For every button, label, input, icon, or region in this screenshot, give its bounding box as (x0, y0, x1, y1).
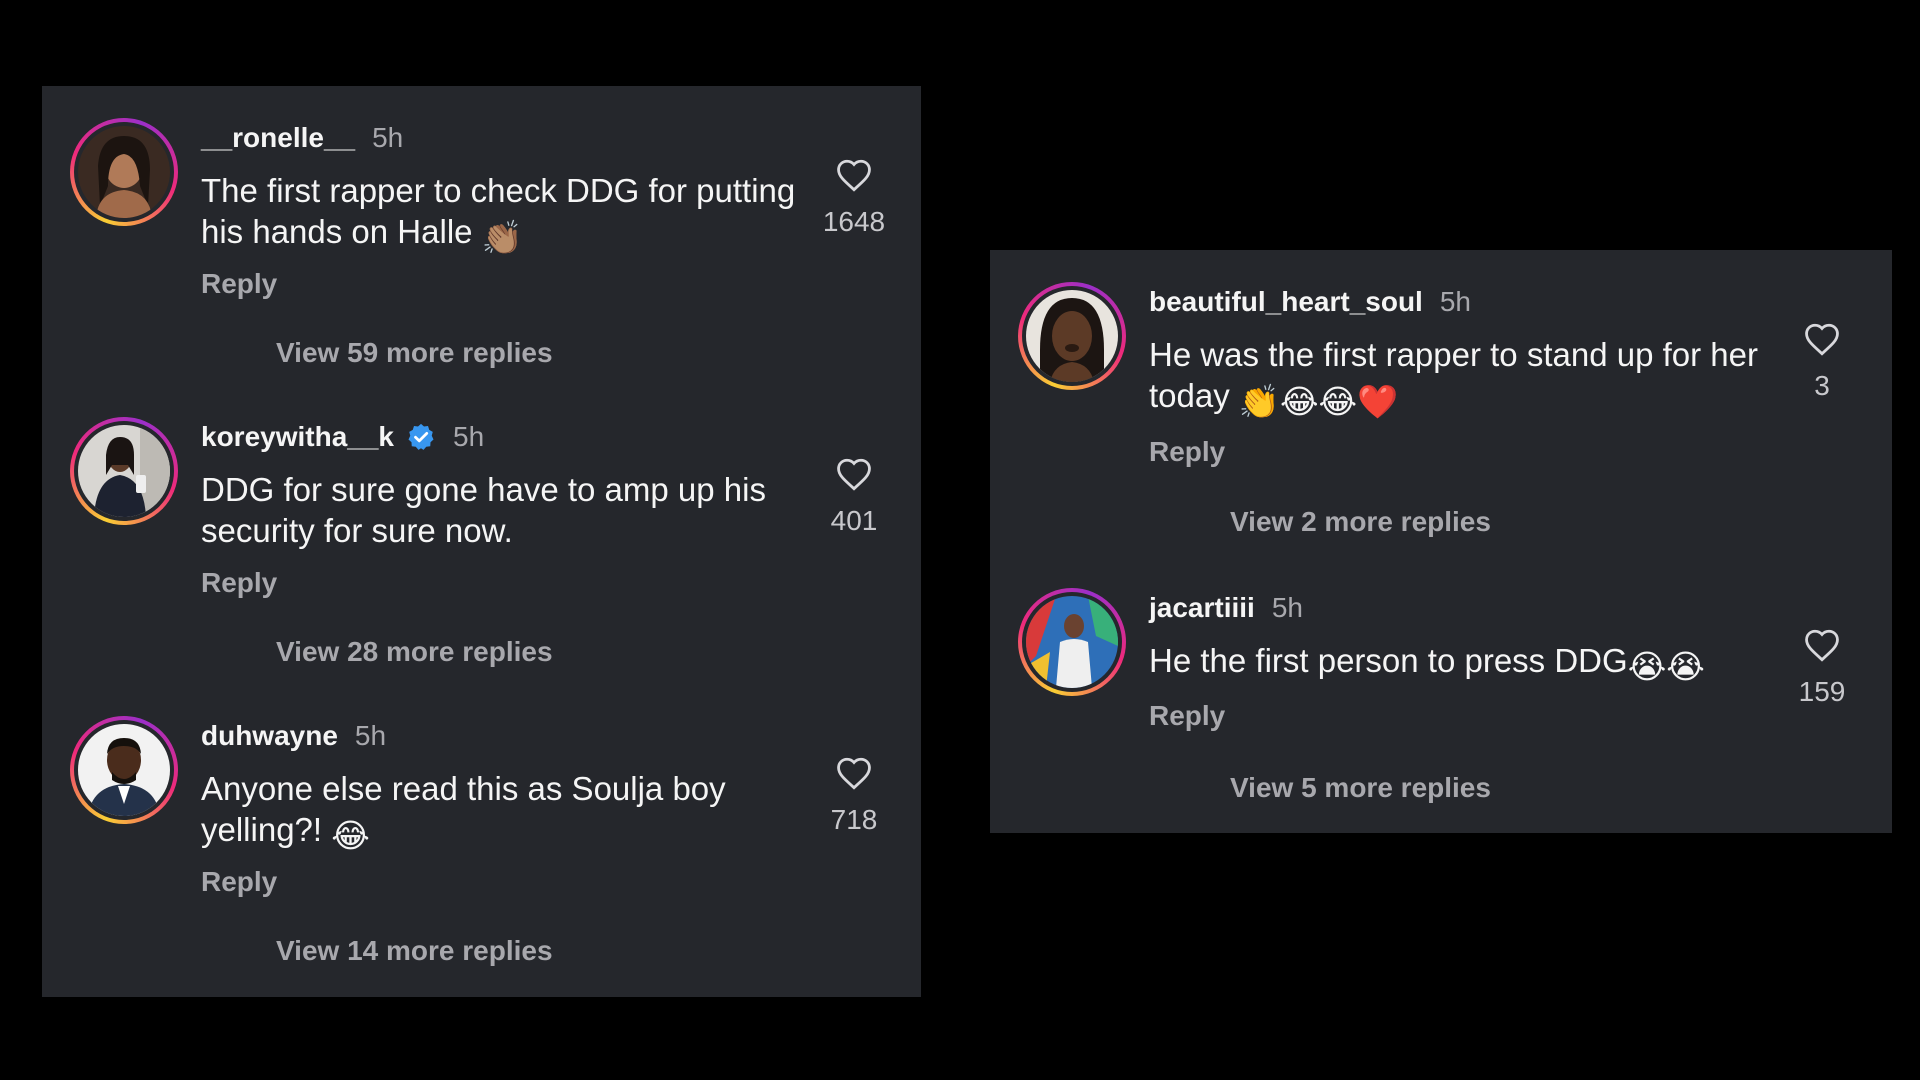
username[interactable]: beautiful_heart_soul (1149, 286, 1423, 318)
comment-text: He the first person to press DDG (1149, 642, 1628, 679)
comment-text: DDG for sure gone have to amp up his sec… (201, 471, 766, 549)
username[interactable]: koreywitha__k (201, 421, 394, 453)
avatar[interactable] (70, 118, 178, 226)
username[interactable]: __ronelle__ (201, 122, 355, 154)
avatar[interactable] (1018, 282, 1126, 390)
username[interactable]: duhwayne (201, 720, 338, 752)
comment-emoji: 👏😂😂❤️ (1238, 383, 1399, 420)
heart-outline-icon[interactable] (835, 158, 873, 192)
avatar[interactable] (70, 417, 178, 525)
comment-text-block: He was the first rapper to stand up for … (1149, 334, 1789, 422)
comment-text-block: The first rapper to check DDG for puttin… (201, 170, 841, 258)
like-control: 1648 (814, 158, 894, 238)
view-more-replies-button[interactable]: View 28 more replies (276, 636, 553, 668)
heart-outline-icon[interactable] (835, 756, 873, 790)
view-more-replies-button[interactable]: View 2 more replies (1230, 506, 1491, 538)
heart-outline-icon[interactable] (835, 457, 873, 491)
like-count: 718 (830, 804, 878, 835)
username[interactable]: jacartiiii (1149, 592, 1255, 624)
heart-outline-icon[interactable] (1803, 322, 1841, 356)
comments-panel-right: beautiful_heart_soul 5h He was the first… (990, 250, 1892, 833)
comment-emoji: 👏🏽 (481, 219, 523, 256)
like-control: 3 (1782, 322, 1862, 402)
verified-badge-icon (408, 423, 434, 450)
avatar-photo (78, 126, 170, 218)
reply-button[interactable]: Reply (1149, 436, 1225, 468)
like-count: 1648 (822, 206, 886, 237)
comment-time: 5h (1439, 286, 1471, 317)
comment-time: 5h (1271, 592, 1303, 623)
comments-panel-left: __ronelle__ 5h The first rapper to check… (42, 86, 921, 997)
comment-text-block: DDG for sure gone have to amp up his sec… (201, 469, 841, 551)
like-count: 159 (1798, 676, 1846, 707)
like-control: 718 (814, 756, 894, 836)
avatar-photo (1026, 290, 1118, 382)
reply-button[interactable]: Reply (201, 567, 277, 599)
avatar[interactable] (1018, 588, 1126, 696)
comment-time: 5h (354, 720, 387, 751)
avatar-photo (78, 425, 170, 517)
heart-outline-icon[interactable] (1803, 628, 1841, 662)
like-control: 401 (814, 457, 894, 537)
comment-text: Anyone else read this as Soulja boy yell… (201, 770, 726, 848)
avatar-photo (78, 724, 170, 816)
view-more-replies-button[interactable]: View 59 more replies (276, 337, 553, 369)
comment-text-block: He the first person to press DDG😭😭 (1149, 640, 1809, 687)
like-count: 401 (830, 505, 878, 536)
view-more-replies-button[interactable]: View 5 more replies (1230, 772, 1491, 804)
view-more-replies-button[interactable]: View 14 more replies (276, 935, 553, 967)
comment-emoji: 😂 (331, 817, 370, 854)
comment-emoji: 😭😭 (1627, 648, 1705, 685)
avatar-photo (1026, 596, 1118, 688)
comment-text-block: Anyone else read this as Soulja boy yell… (201, 768, 841, 856)
reply-button[interactable]: Reply (201, 866, 277, 898)
comment-time: 5h (453, 421, 485, 452)
avatar[interactable] (70, 716, 178, 824)
like-count: 3 (1814, 370, 1830, 401)
like-control: 159 (1782, 628, 1862, 708)
reply-button[interactable]: Reply (1149, 700, 1225, 732)
comment-time: 5h (372, 122, 404, 153)
reply-button[interactable]: Reply (201, 268, 277, 300)
